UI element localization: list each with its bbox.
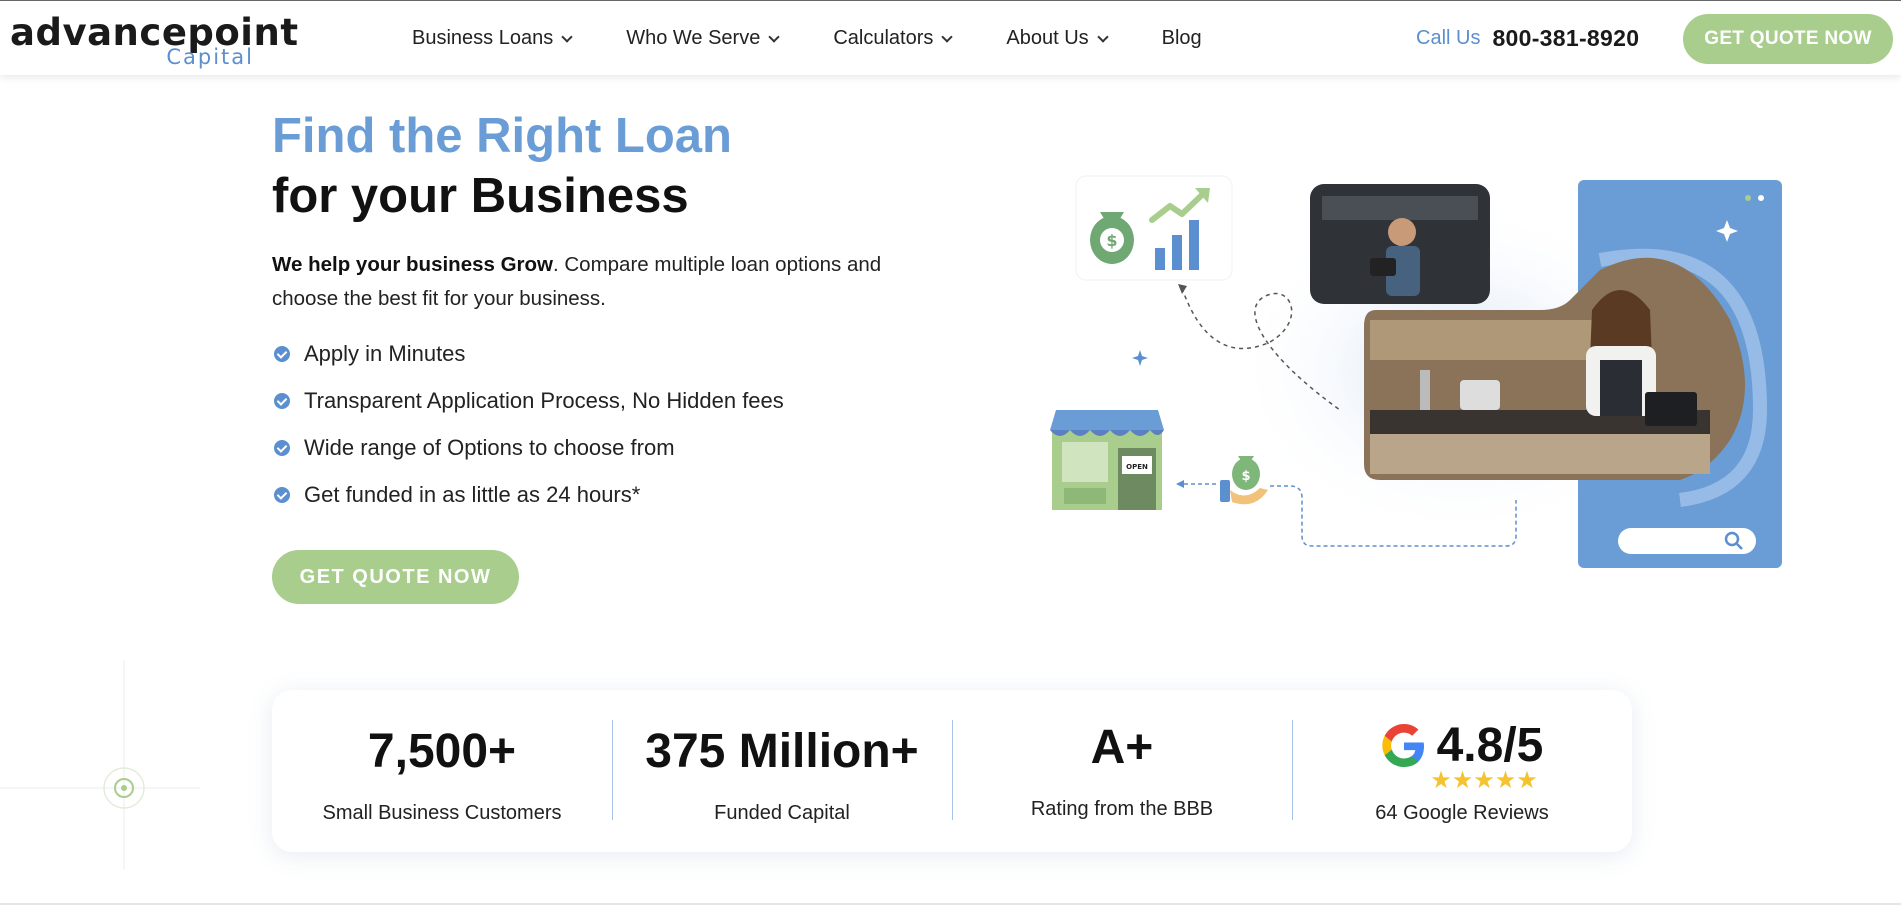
stat-funded-capital: 375 Million+ Funded Capital — [612, 690, 952, 852]
barista-photo-small — [1310, 184, 1490, 304]
nav-who-we-serve[interactable]: Who We Serve — [626, 27, 780, 50]
decorative-crosshair — [0, 660, 200, 870]
nav-label: About Us — [1006, 27, 1089, 49]
phone-number-link[interactable]: 800-381-8920 — [1492, 25, 1639, 52]
chevron-down-icon — [941, 30, 954, 43]
nav-label: Calculators — [833, 27, 934, 49]
stat-label: Small Business Customers — [322, 802, 562, 824]
check-circle-icon — [274, 486, 290, 503]
check-circle-icon — [274, 439, 290, 456]
check-circle-icon — [274, 392, 290, 409]
benefit-text: Get funded in as little as 24 hours* — [304, 481, 641, 507]
stat-value: 375 Million+ — [645, 725, 919, 778]
hand-money-icon: $ — [1220, 456, 1268, 505]
nav-business-loans[interactable]: Business Loans — [412, 27, 573, 50]
svg-text:$: $ — [1241, 469, 1250, 484]
logo-subtitle: Capital — [166, 45, 254, 69]
stat-customers: 7,500+ Small Business Customers — [272, 690, 612, 852]
google-rating-row: 4.8/5 — [1292, 718, 1632, 773]
growth-card: $ — [1075, 175, 1233, 281]
stat-label: Funded Capital — [714, 802, 850, 824]
stat-label: 64 Google Reviews — [1375, 802, 1549, 824]
nav-calculators[interactable]: Calculators — [833, 27, 954, 50]
header-get-quote-button[interactable]: GET QUOTE NOW — [1683, 14, 1893, 64]
call-us: Call Us 800-381-8920 — [1416, 1, 1639, 76]
hero-illustration: $ OPEN $ — [1050, 175, 1782, 568]
hero-get-quote-button[interactable]: GET QUOTE NOW — [272, 550, 519, 604]
chevron-down-icon — [768, 30, 780, 43]
benefit-text: Wide range of Options to choose from — [304, 434, 675, 460]
stat-value: 4.8/5 — [1436, 719, 1544, 772]
nav-blog[interactable]: Blog — [1162, 27, 1202, 50]
nav-label: Who We Serve — [626, 27, 761, 49]
benefit-text: Apply in Minutes — [304, 340, 466, 366]
stat-google-reviews[interactable]: 4.8/5 ★★★★★ 64 Google Reviews — [1292, 690, 1632, 852]
list-item: Wide range of Options to choose from — [274, 424, 784, 471]
stat-label: Rating from the BBB — [1030, 798, 1214, 820]
hero-title-line1: Find the Right Loan — [272, 109, 732, 163]
main-nav: Business Loans Who We Serve Calculators … — [412, 1, 1257, 76]
check-circle-icon — [274, 345, 290, 362]
stat-bbb-rating: A+ Rating from the BBB — [952, 690, 1292, 852]
call-us-label: Call Us — [1416, 27, 1481, 49]
logo-wordmark: advancepoint — [10, 11, 299, 54]
stat-value: 7,500+ — [367, 725, 517, 778]
nav-label: Blog — [1161, 27, 1202, 49]
svg-text:$: $ — [1106, 231, 1117, 250]
nav-about-us[interactable]: About Us — [1006, 27, 1109, 50]
section-divider — [0, 903, 1901, 905]
benefit-text: Transparent Application Process, No Hidd… — [304, 387, 784, 413]
chevron-down-icon — [1096, 30, 1109, 43]
hero-description: We help your business Grow. Compare mult… — [272, 248, 912, 316]
benefit-list: Apply in Minutes Transparent Application… — [274, 330, 784, 518]
stats-card: 7,500+ Small Business Customers 375 Mill… — [272, 690, 1632, 852]
site-logo[interactable]: advancepoint Capital — [10, 11, 298, 71]
storefront-icon: OPEN — [1050, 410, 1164, 510]
list-item: Apply in Minutes — [274, 330, 784, 377]
site-header: advancepoint Capital Business Loans Who … — [0, 0, 1901, 75]
list-item: Get funded in as little as 24 hours* — [274, 471, 784, 518]
hero-description-bold: We help your business Grow — [272, 253, 553, 276]
stat-value: A+ — [1090, 721, 1154, 774]
open-sign-text: OPEN — [1126, 463, 1148, 471]
nav-label: Business Loans — [412, 27, 554, 49]
chevron-down-icon — [561, 30, 573, 43]
star-rating: ★★★★★ — [1430, 767, 1538, 794]
hero-title-line2: for your Business — [272, 169, 689, 223]
google-icon — [1381, 723, 1424, 767]
list-item: Transparent Application Process, No Hidd… — [274, 377, 784, 424]
